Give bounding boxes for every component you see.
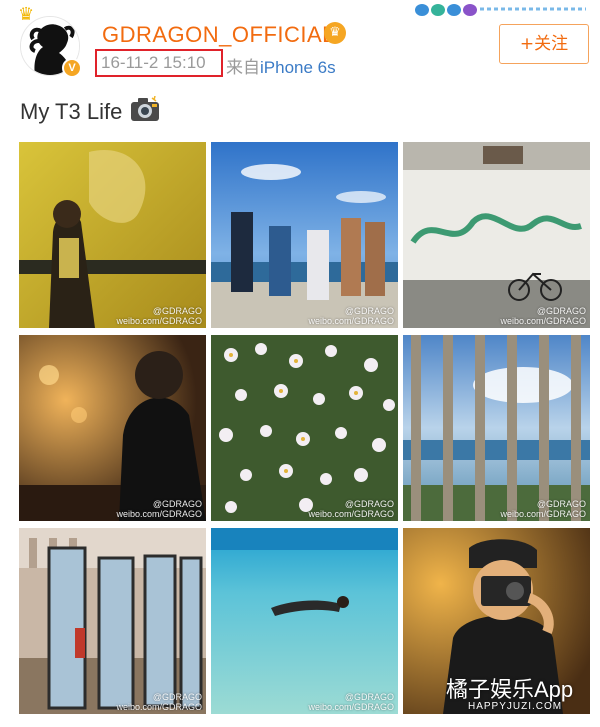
crown-badge-icon: ♛ [324,22,346,44]
photo-thumbnail[interactable]: @GDRAGO weibo.com/GDRAGO [19,335,206,521]
post-text: My T3 Life [20,99,123,124]
photo-image [211,142,398,328]
photo-watermark: @GDRAGO weibo.com/GDRAGO [116,306,202,326]
site-watermark-url: HAPPYJUZI.COM [468,701,563,712]
photo-image [403,335,590,521]
photo-image [19,528,206,714]
photo-thumbnail[interactable]: @GDRAGO weibo.com/GDRAGO [211,335,398,521]
watermark-handle: @GDRAGO [344,499,394,509]
post-source: 来自iPhone 6s [226,53,336,78]
photo-thumbnail[interactable]: @GDRAGO weibo.com/GDRAGO [211,142,398,328]
watermark-handle: @GDRAGO [152,499,202,509]
watermark-url: weibo.com/GDRAGO [308,702,394,712]
watermark-url: weibo.com/GDRAGO [308,509,394,519]
watermark-url: weibo.com/GDRAGO [308,316,394,326]
username[interactable]: GDRAGON_OFFICIAL [102,22,335,48]
photo-watermark: @GDRAGO weibo.com/GDRAGO [116,692,202,712]
watermark-handle: @GDRAGO [344,692,394,702]
photo-thumbnail[interactable]: @GDRAGO weibo.com/GDRAGO [211,528,398,714]
photo-watermark: @GDRAGO weibo.com/GDRAGO [308,499,394,519]
photo-image [403,142,590,328]
watermark-handle: @GDRAGO [152,306,202,316]
photo-watermark: @GDRAGO weibo.com/GDRAGO [116,499,202,519]
photo-image [19,142,206,328]
photo-thumbnail[interactable]: @GDRAGO weibo.com/GDRAGO [19,528,206,714]
watermark-url: weibo.com/GDRAGO [116,702,202,712]
watermark-handle: @GDRAGO [536,499,586,509]
post-timestamp[interactable]: 16-11-2 15:10 [101,53,206,73]
photo-watermark: @GDRAGO weibo.com/GDRAGO [308,692,394,712]
post-text-row: My T3 Life [20,96,160,125]
watermark-url: weibo.com/GDRAGO [116,509,202,519]
crown-icon: ♛ [18,4,35,25]
photo-image [19,335,206,521]
watermark-handle: @GDRAGO [344,306,394,316]
avatar-area[interactable]: ♛ V [18,6,84,82]
watermark-handle: @GDRAGO [536,306,586,316]
photo-watermark: @GDRAGO weibo.com/GDRAGO [500,499,586,519]
verified-icon: V [62,58,82,78]
source-app-link[interactable]: iPhone 6s [260,58,336,77]
photo-grid: @GDRAGO weibo.com/GDRAGO @GDRAGO weibo.com… [19,142,590,715]
photo-image [211,335,398,521]
site-watermark: 橘子娱乐App [446,677,574,702]
decorative-strip [415,4,586,16]
camera-icon [131,96,160,121]
watermark-url: weibo.com/GDRAGO [500,509,586,519]
photo-image [211,528,398,714]
photo-thumbnail[interactable]: @GDRAGO weibo.com/GDRAGO [403,335,590,521]
watermark-url: weibo.com/GDRAGO [500,316,586,326]
photo-thumbnail[interactable]: @GDRAGO weibo.com/GDRAGO [403,142,590,328]
photo-thumbnail[interactable]: @GDRAGO weibo.com/GDRAGO [19,142,206,328]
photo-watermark: @GDRAGO weibo.com/GDRAGO [308,306,394,326]
watermark-url: weibo.com/GDRAGO [116,316,202,326]
follow-button[interactable]: +关注 [499,24,589,64]
watermark-handle: @GDRAGO [152,692,202,702]
source-prefix: 来自 [226,58,260,77]
photo-watermark: @GDRAGO weibo.com/GDRAGO [500,306,586,326]
